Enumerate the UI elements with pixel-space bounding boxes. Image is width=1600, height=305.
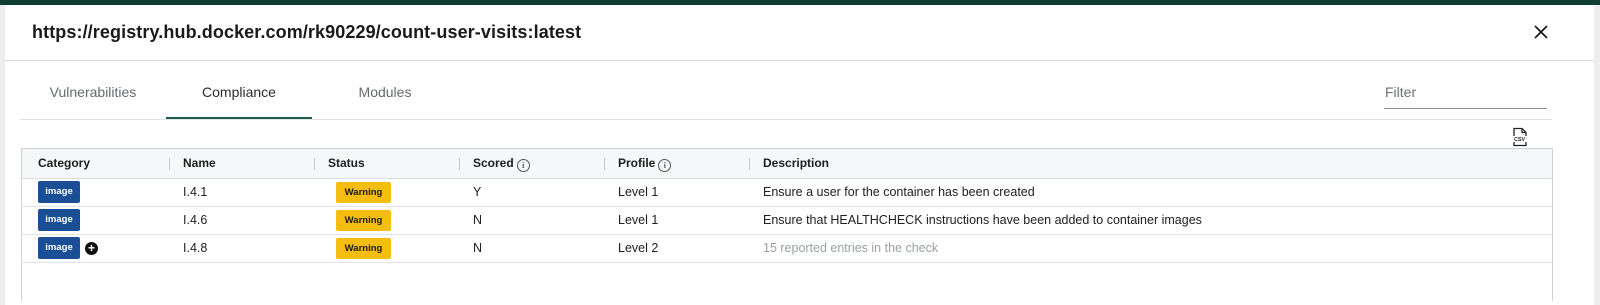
description-text: Ensure that HEALTHCHECK instructions hav… [763,213,1202,227]
column-header-scored[interactable]: Scored i [473,149,530,178]
scored-value: N [473,213,483,227]
table-header: Category Name Status Scored i Profile i De… [22,149,1552,179]
tab-compliance[interactable]: Compliance [166,70,312,119]
column-header-profile[interactable]: Profile i [618,149,672,178]
column-divider [169,158,170,170]
category-badge[interactable]: image [38,237,80,259]
column-header-status[interactable]: Status [328,149,365,178]
tab-bar: Vulnerabilities Compliance Modules [20,70,1552,120]
profile-value: Level 2 [618,241,659,255]
close-icon [1534,25,1548,39]
info-icon[interactable]: i [516,159,530,172]
column-header-category[interactable]: Category [38,149,90,178]
description-text: Ensure a user for the container has been… [763,185,1035,199]
column-header-profile-label: Profile [618,156,656,170]
table-row[interactable]: image + I.4.8 Warning N Level 2 15 repor… [22,235,1552,263]
status-badge: Warning [336,238,391,259]
svg-text:CSV: CSV [1514,137,1525,143]
close-button[interactable] [1528,19,1554,45]
category-badge[interactable]: image [38,209,80,231]
table-row[interactable]: image I.4.6 Warning N Level 1 Ensure tha… [22,207,1552,235]
column-header-name[interactable]: Name [183,149,216,178]
status-badge: Warning [336,210,391,231]
scored-value: N [473,241,483,255]
modal-title: https://registry.hub.docker.com/rk90229/… [32,22,582,42]
check-name: I.4.1 [183,185,208,199]
category-badge[interactable]: image [38,181,80,203]
csv-export-icon: CSV [1512,127,1527,147]
filter-field [1384,80,1547,109]
modal-header: https://registry.hub.docker.com/rk90229/… [5,5,1594,61]
column-header-scored-label: Scored [473,156,514,170]
background-app-right-edge [1594,5,1600,305]
column-header-description[interactable]: Description [763,149,829,178]
column-divider [459,158,460,170]
info-icon[interactable]: i [658,159,672,172]
tab-modules[interactable]: Modules [312,70,458,117]
table-row[interactable]: image I.4.1 Warning Y Level 1 Ensure a u… [22,179,1552,207]
column-divider [604,158,605,170]
status-badge: Warning [336,182,391,203]
scored-value: Y [473,185,482,199]
csv-export-button[interactable]: CSV [1511,127,1529,147]
check-name: I.4.8 [183,241,208,255]
expand-plus-icon[interactable]: + [85,242,98,255]
profile-value: Level 1 [618,213,659,227]
tab-vulnerabilities[interactable]: Vulnerabilities [20,70,166,117]
reported-entries-text: 15 reported entries in the check [763,241,939,255]
profile-value: Level 1 [618,185,659,199]
compliance-table: Category Name Status Scored i Profile i De… [21,148,1553,301]
check-name: I.4.6 [183,213,208,227]
column-divider [314,158,315,170]
filter-input[interactable] [1384,80,1545,104]
column-divider [749,158,750,170]
